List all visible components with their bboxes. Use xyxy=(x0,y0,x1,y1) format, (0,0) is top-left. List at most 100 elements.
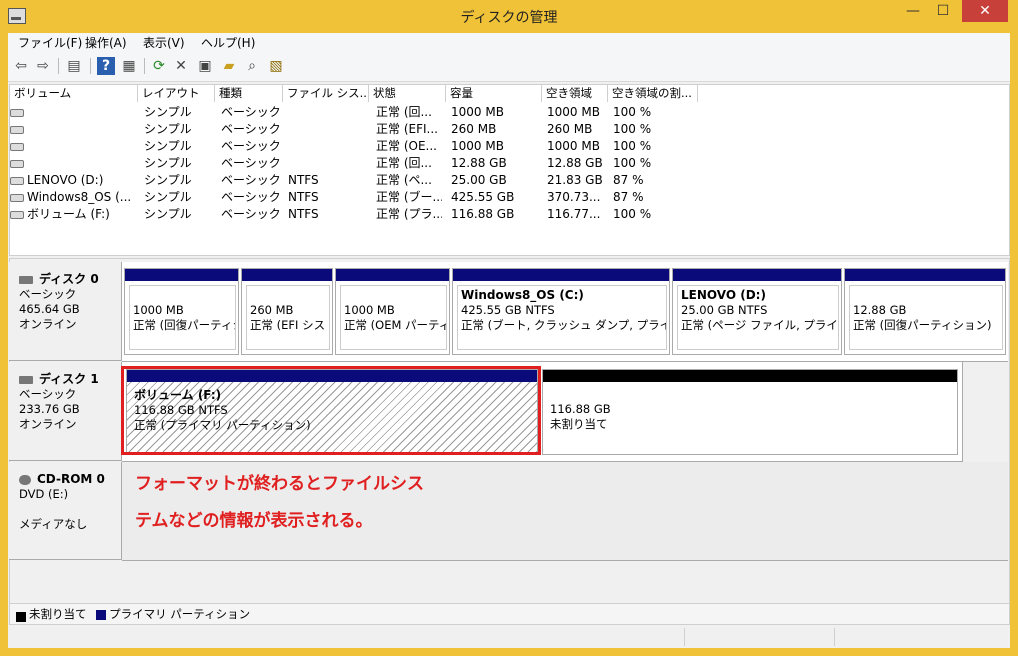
legend-primary-label: プライマリ パーティション xyxy=(109,607,251,621)
volume-cell-free-space: 12.88 GB xyxy=(547,156,603,170)
volume-cell-capacity: 25.00 GB xyxy=(451,173,507,187)
partition-name: LENOVO (D:) xyxy=(681,288,766,302)
forward-arrow-icon[interactable]: ⇨ xyxy=(34,57,52,75)
cdrom0-type: DVD (E:) xyxy=(19,487,69,501)
show-pane-icon[interactable]: ▦ xyxy=(120,57,138,75)
column-header-capacity[interactable]: 容量 xyxy=(446,85,542,102)
help-icon[interactable]: ? xyxy=(97,57,115,75)
open-icon[interactable]: ▰ xyxy=(220,57,238,75)
volume-cell-volume[interactable]: LENOVO (D:) xyxy=(10,172,138,189)
partition-header-bar xyxy=(845,269,1005,281)
volume-cell-type: ベーシック xyxy=(221,156,281,170)
volume-cell-capacity: 260 MB xyxy=(451,122,497,136)
volume-cell-volume[interactable] xyxy=(10,121,138,138)
menu-help[interactable]: ヘルプ(H) xyxy=(201,34,255,51)
volume-cell-layout: シンプル xyxy=(144,173,192,187)
volume-cell-free-percent: 100 % xyxy=(613,207,652,221)
disk0-partition-d[interactable]: LENOVO (D:) 25.00 GB NTFS 正常 (ページ ファイル, … xyxy=(672,268,842,355)
maximize-button[interactable]: ☐ xyxy=(930,0,956,22)
status-segment xyxy=(684,628,835,646)
disk1-name: ディスク 1 xyxy=(39,372,99,386)
volume-name: LENOVO (D:) xyxy=(27,173,104,187)
partition-status: 正常 (ブート, クラッシュ ダンプ, プライマリ パ xyxy=(461,318,666,332)
partition-status: 正常 (EFI シス xyxy=(250,318,326,332)
help-topic-icon[interactable]: ▧ xyxy=(267,57,285,75)
volume-cell-free-space: 1000 MB xyxy=(547,105,600,119)
disk1-type: ベーシック xyxy=(19,387,77,401)
partition-name: Windows8_OS (C:) xyxy=(461,288,584,302)
volume-cell-filesystem: NTFS xyxy=(288,190,319,204)
disk0-partition-recovery2[interactable]: 12.88 GB 正常 (回復パーティション) xyxy=(844,268,1006,355)
volume-drive-icon xyxy=(10,125,24,134)
column-header-free-space[interactable]: 空き領域 xyxy=(542,85,608,102)
volume-cell-capacity: 1000 MB xyxy=(451,105,504,119)
volume-cell-type: ベーシック xyxy=(221,207,281,221)
disk0-info[interactable]: ディスク 0 ベーシック 465.64 GB オンライン xyxy=(9,262,122,361)
close-button[interactable]: ✕ xyxy=(962,0,1008,22)
volume-cell-volume[interactable]: ボリューム (F:) xyxy=(10,206,138,223)
properties-icon[interactable]: ▣ xyxy=(196,57,214,75)
partition-header-bar xyxy=(242,269,332,281)
menu-action[interactable]: 操作(A) xyxy=(85,34,127,51)
volume-cell-type: ベーシック xyxy=(221,139,281,153)
column-header-layout[interactable]: レイアウト xyxy=(138,85,215,102)
volume-cell-free-percent: 100 % xyxy=(613,139,652,153)
disk1-info[interactable]: ディスク 1 ベーシック 233.76 GB オンライン xyxy=(9,362,122,461)
column-header-status[interactable]: 状態 xyxy=(369,85,446,102)
menu-file[interactable]: ファイル(F) xyxy=(18,34,82,51)
refresh-icon[interactable]: ⟳ xyxy=(150,57,168,75)
column-header-free-percent[interactable]: 空き領域の割... xyxy=(608,85,698,102)
volume-cell-status: 正常 (回... xyxy=(376,105,432,119)
column-header-type[interactable]: 種類 xyxy=(215,85,283,102)
delete-icon[interactable]: ✕ xyxy=(172,57,190,75)
disk1-unallocated[interactable]: 116.88 GB 未割り当て xyxy=(542,369,958,455)
console-tree-icon[interactable]: ▤ xyxy=(65,57,83,75)
unallocated-status: 未割り当て xyxy=(550,417,608,431)
volume-cell-volume[interactable] xyxy=(10,155,138,172)
partition-header-bar xyxy=(673,269,841,281)
volume-cell-free-space: 116.77... xyxy=(547,207,601,221)
disk0-size: 465.64 GB xyxy=(19,302,80,316)
disk0-partition-recovery[interactable]: 1000 MB 正常 (回復パーティシ xyxy=(124,268,239,355)
menu-view[interactable]: 表示(V) xyxy=(143,34,185,51)
volume-cell-filesystem xyxy=(288,121,368,138)
volume-drive-icon xyxy=(10,176,24,185)
volume-name: Windows8_OS (... xyxy=(27,190,132,204)
volume-cell-volume[interactable] xyxy=(10,138,138,155)
cdrom0-media: メディアなし xyxy=(19,517,88,531)
volume-cell-free-space: 370.73... xyxy=(547,190,601,204)
disk0-partition-c[interactable]: Windows8_OS (C:) 425.55 GB NTFS 正常 (ブート,… xyxy=(452,268,670,355)
column-header-volume[interactable]: ボリューム xyxy=(10,85,138,102)
volume-cell-layout: シンプル xyxy=(144,139,192,153)
volume-drive-icon xyxy=(10,142,24,151)
toolbar-separator xyxy=(144,58,145,74)
back-arrow-icon[interactable]: ⇦ xyxy=(12,57,30,75)
disk1-state: オンライン xyxy=(19,417,77,431)
minimize-button[interactable]: — xyxy=(900,0,926,22)
partition-header-bar xyxy=(125,269,238,281)
cdrom0-info[interactable]: CD-ROM 0 DVD (E:) メディアなし xyxy=(9,462,122,560)
volume-cell-volume[interactable] xyxy=(10,104,138,121)
disk0-state: オンライン xyxy=(19,317,77,331)
volume-cell-type: ベーシック xyxy=(221,105,281,119)
volume-cell-layout: シンプル xyxy=(144,105,192,119)
volume-drive-icon xyxy=(10,159,24,168)
volume-cell-volume[interactable]: Windows8_OS (... xyxy=(10,189,138,206)
column-header-filesystem[interactable]: ファイル シス... xyxy=(283,85,369,102)
volume-cell-status: 正常 (ブー... xyxy=(376,190,442,204)
volume-cell-capacity: 1000 MB xyxy=(451,139,504,153)
disk0-partition-oem[interactable]: 1000 MB 正常 (OEM パーティ xyxy=(335,268,450,355)
partition-size: 1000 MB xyxy=(133,303,184,317)
volume-cell-filesystem xyxy=(288,138,368,155)
status-segment xyxy=(834,628,1005,646)
hard-disk-icon xyxy=(19,275,33,284)
volume-cell-capacity: 425.55 GB xyxy=(451,190,515,204)
volume-cell-layout: シンプル xyxy=(144,122,192,136)
partition-size: 12.88 GB xyxy=(853,303,907,317)
volume-cell-free-space: 1000 MB xyxy=(547,139,600,153)
disk0-partition-efi[interactable]: 260 MB 正常 (EFI シス xyxy=(241,268,333,355)
disk0-name: ディスク 0 xyxy=(39,272,99,286)
volume-cell-filesystem xyxy=(288,104,368,121)
explore-icon[interactable]: ⌕ xyxy=(243,57,261,75)
volume-cell-layout: シンプル xyxy=(144,156,192,170)
